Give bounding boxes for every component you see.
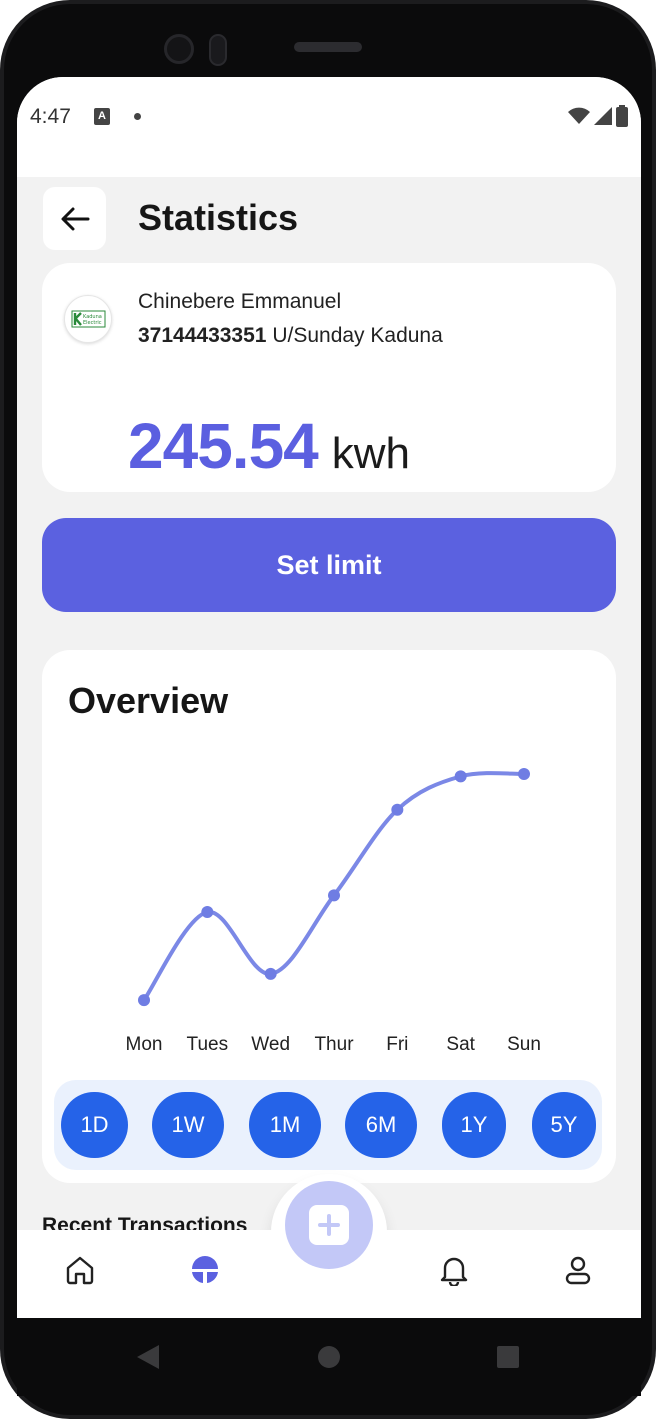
- meter-number: 37144433351: [138, 324, 267, 347]
- nav-profile[interactable]: [558, 1250, 598, 1290]
- x-tick-label: Sun: [507, 1034, 541, 1055]
- profile-icon: [565, 1256, 591, 1285]
- notification-icon: A: [94, 108, 110, 125]
- front-camera: [164, 34, 194, 64]
- meter-location: U/Sunday Kaduna: [272, 324, 443, 347]
- usage-line-chart: Mon Tues Wed Thur Fri Sat Sun: [126, 768, 541, 1055]
- statistics-icon: [192, 1256, 218, 1283]
- recents-nav-icon[interactable]: [496, 1345, 520, 1369]
- data-point-sat[interactable]: [454, 770, 467, 783]
- nav-notifications[interactable]: [434, 1250, 474, 1290]
- system-navigation-bar: [17, 1318, 641, 1396]
- range-button-1y[interactable]: 1Y: [442, 1092, 506, 1158]
- back-button[interactable]: [43, 187, 106, 250]
- data-point-fri[interactable]: [391, 803, 404, 816]
- x-tick-label: Thur: [314, 1034, 354, 1055]
- arrow-left-icon: [61, 207, 89, 230]
- set-limit-button[interactable]: Set limit: [42, 518, 616, 612]
- status-icons: [568, 105, 628, 127]
- wifi-icon: [568, 107, 590, 124]
- meter-details: 37144433351 U/Sunday Kaduna: [138, 324, 443, 348]
- page-title: Statistics: [138, 197, 299, 238]
- battery-icon: [616, 105, 628, 127]
- add-icon: [309, 1205, 349, 1245]
- earpiece-speaker: [294, 42, 362, 52]
- range-button-1w[interactable]: 1W: [152, 1092, 224, 1158]
- range-button-6m[interactable]: 6M: [345, 1092, 417, 1158]
- data-point-wed[interactable]: [264, 967, 277, 980]
- back-nav-icon[interactable]: [135, 1343, 161, 1371]
- sensor: [209, 34, 227, 66]
- series-line: [142, 771, 526, 1003]
- nav-statistics[interactable]: [185, 1250, 225, 1290]
- home-nav-icon[interactable]: [317, 1345, 341, 1369]
- bell-icon: [440, 1257, 468, 1286]
- customer-name: Chinebere Emmanuel: [138, 290, 342, 313]
- page-header: Statistics: [17, 177, 641, 261]
- home-icon: [66, 1256, 94, 1285]
- reading-value: 245.54: [128, 410, 319, 482]
- add-button[interactable]: [285, 1181, 373, 1269]
- time-range-selector: 1D 1W 1M 6M 1Y 5Y: [54, 1080, 602, 1170]
- data-point-mon[interactable]: [138, 994, 150, 1007]
- range-button-1m[interactable]: 1M: [249, 1092, 321, 1158]
- x-tick-label: Sat: [446, 1034, 475, 1055]
- svg-text:Electric: Electric: [83, 320, 102, 326]
- status-bar: 4:47 A: [17, 77, 641, 177]
- range-button-1d[interactable]: 1D: [61, 1092, 128, 1158]
- status-time: 4:47: [30, 105, 71, 128]
- x-tick-label: Tues: [187, 1034, 229, 1055]
- phone-frame: 4:47 A Statistics Kaduna Electric Chineb…: [0, 0, 656, 1419]
- notification-dot-icon: [134, 113, 141, 120]
- x-tick-label: Mon: [126, 1034, 163, 1055]
- overview-card: Overview Mon Tues Wed Thur Fri Sat Sun 1D 1W 1M 6…: [42, 650, 616, 1183]
- range-button-5y[interactable]: 5Y: [532, 1092, 596, 1158]
- x-tick-label: Wed: [251, 1034, 290, 1055]
- meter-card: Kaduna Electric Chinebere Emmanuel 37144…: [42, 263, 616, 492]
- data-point-thur[interactable]: [328, 889, 340, 902]
- signal-icon: [594, 107, 612, 125]
- kaduna-electric-logo: Kaduna Electric: [64, 295, 112, 343]
- data-point-tues[interactable]: [201, 906, 214, 919]
- nav-home[interactable]: [60, 1250, 100, 1290]
- data-point-sun[interactable]: [518, 768, 530, 780]
- app-screen: 4:47 A Statistics Kaduna Electric Chineb…: [17, 77, 641, 1318]
- energy-reading: 245.54 kwh: [128, 409, 410, 483]
- reading-unit: kwh: [331, 429, 410, 478]
- x-tick-label: Fri: [386, 1034, 408, 1055]
